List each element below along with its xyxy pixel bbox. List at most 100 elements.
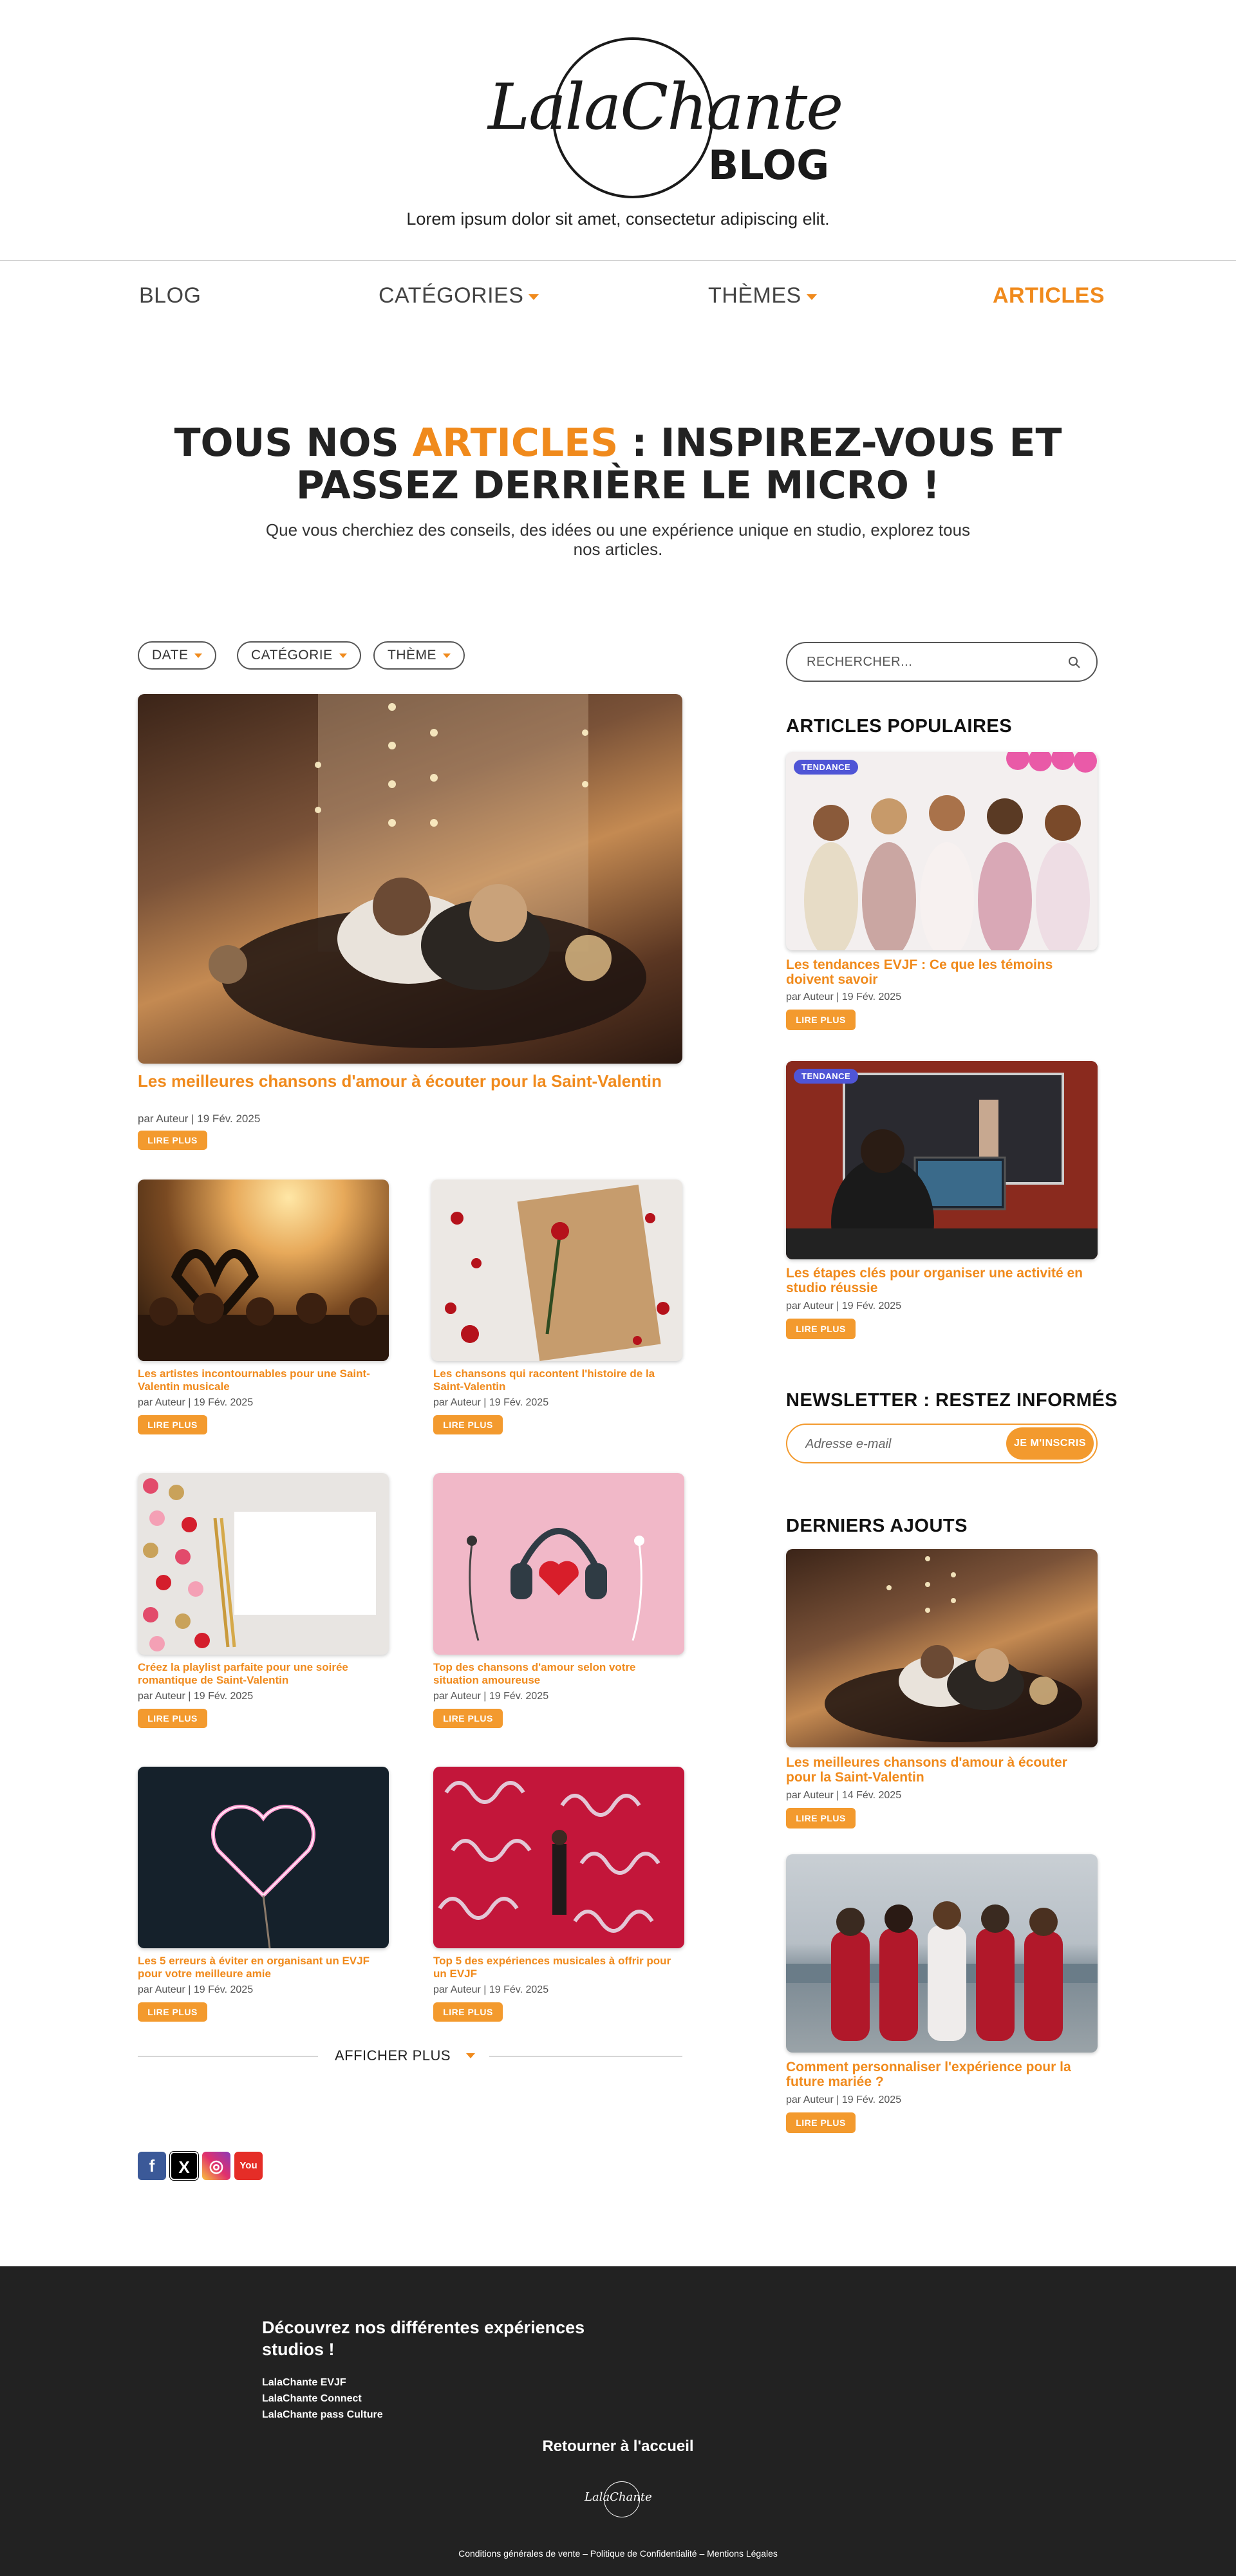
featured-image[interactable] [138, 694, 682, 1064]
nav-articles-label: ARTICLES [993, 283, 1105, 308]
studio-session-photo [786, 1061, 1098, 1259]
nav-categories-label: CATÉGORIES [379, 283, 524, 308]
grid-image-3[interactable] [138, 1473, 389, 1655]
featured-photo [209, 694, 646, 1048]
logo-script: LalaChante [488, 71, 843, 144]
grid-image-5[interactable] [138, 1767, 389, 1948]
featured-meta: par Auteur | 19 Fév. 2025 [138, 1113, 261, 1125]
grid-title-3[interactable]: Créez la playlist parfaite pour une soir… [138, 1661, 389, 1687]
concert-photo [138, 1249, 389, 1361]
youtube-icon[interactable]: You [234, 2152, 263, 2180]
featured-title[interactable]: Les meilleures chansons d'amour à écoute… [138, 1071, 682, 1091]
title-line2: PASSEZ DERRIÈRE LE MICRO ! [295, 463, 941, 508]
email-field[interactable] [805, 1435, 998, 1453]
latest-image-1[interactable] [786, 1549, 1098, 1747]
grid-read-more-button-1[interactable]: LIRE PLUS [138, 1415, 207, 1434]
latest-heading: DERNIERS AJOUTS [786, 1516, 968, 1536]
footer-logo-script: LalaChante [585, 2490, 652, 2504]
site-logo[interactable]: LalaChante BLOG [488, 33, 843, 201]
trending-badge: TENDANCE [794, 760, 859, 775]
evjf-group-photo [804, 752, 1097, 950]
bride-friends-photo [786, 1901, 1098, 2041]
nav-categories[interactable]: CATÉGORIES [379, 283, 539, 308]
divider-left [138, 2056, 318, 2057]
title-accent: ARTICLES [412, 420, 619, 465]
grid-read-more-button-4[interactable]: LIRE PLUS [433, 1709, 503, 1728]
footer-logo[interactable]: LalaChante [585, 2480, 652, 2521]
grid-title-5[interactable]: Les 5 erreurs à éviter en organisant un … [138, 1955, 389, 1980]
search-icon[interactable] [1068, 656, 1081, 669]
filter-theme-label: THÈME [388, 648, 436, 663]
hearts-paper-photo [143, 1478, 376, 1651]
latest-read-more-button-1[interactable]: LIRE PLUS [786, 1808, 856, 1829]
search-input[interactable] [807, 652, 1051, 672]
grid-meta-5: par Auteur | 19 Fév. 2025 [138, 1984, 254, 1995]
page-subtitle: Que vous cherchiez des conseils, des idé… [265, 520, 971, 559]
rose-letter-photo [445, 1184, 670, 1361]
popular-title-2[interactable]: Les étapes clés pour organiser une activ… [786, 1266, 1095, 1295]
filter-date[interactable]: DATE [138, 641, 217, 670]
popular-image-2[interactable] [786, 1061, 1098, 1259]
latest-read-more-button-2[interactable]: LIRE PLUS [786, 2112, 856, 2133]
footer-link-evjf[interactable]: LalaChante EVJF [262, 2377, 346, 2389]
popular-image-1[interactable] [786, 752, 1098, 950]
popular-meta-1: par Auteur | 19 Fév. 2025 [786, 992, 902, 1002]
nav-themes-label: THÈMES [708, 283, 801, 308]
nav-themes[interactable]: THÈMES [708, 283, 817, 308]
newsletter-heading: NEWSLETTER : RESTEZ INFORMÉS [786, 1390, 1118, 1411]
grid-image-6[interactable] [433, 1767, 684, 1948]
sparkler-heart-photo [211, 1805, 316, 1948]
grid-title-4[interactable]: Top des chansons d'amour selon votre sit… [433, 1661, 684, 1687]
grid-title-1[interactable]: Les artistes incontournables pour une Sa… [138, 1368, 389, 1393]
logo-word: BLOG [708, 142, 830, 189]
filter-category[interactable]: CATÉGORIE [237, 641, 361, 670]
grid-read-more-button-2[interactable]: LIRE PLUS [433, 1415, 503, 1434]
grid-image-2[interactable] [431, 1180, 682, 1361]
show-more-button[interactable]: AFFICHER PLUS [335, 2047, 451, 2064]
site-footer [0, 2266, 1236, 2576]
popular-title-1[interactable]: Les tendances EVJF : Ce que les témoins … [786, 957, 1095, 987]
facebook-icon[interactable]: f [138, 2152, 166, 2180]
headphones-photo [467, 1528, 644, 1641]
tagline: Lorem ipsum dolor sit amet, consectetur … [406, 209, 830, 229]
divider-right [489, 2056, 682, 2057]
subscribe-button[interactable]: JE M'INSCRIS [1006, 1427, 1094, 1460]
trending-badge: TENDANCE [794, 1069, 859, 1084]
page-title: TOUS NOS ARTICLES : INSPIREZ-VOUS ET PAS… [167, 422, 1069, 507]
grid-read-more-button-3[interactable]: LIRE PLUS [138, 1709, 207, 1728]
popular-heading: ARTICLES POPULAIRES [786, 716, 1013, 737]
popular-read-more-button-1[interactable]: LIRE PLUS [786, 1010, 856, 1030]
grid-title-2[interactable]: Les chansons qui racontent l'histoire de… [433, 1368, 684, 1393]
popular-read-more-button-2[interactable]: LIRE PLUS [786, 1319, 856, 1339]
back-home-link[interactable]: Retourner à l'accueil [0, 2438, 1236, 2456]
grid-meta-3: par Auteur | 19 Fév. 2025 [138, 1691, 254, 1702]
grid-title-6[interactable]: Top 5 des expériences musicales à offrir… [433, 1955, 684, 1980]
latest-title-2[interactable]: Comment personnaliser l'expérience pour … [786, 2060, 1095, 2089]
x-icon[interactable]: X [169, 2151, 199, 2181]
title-line1-rest: : INSPIREZ-VOUS ET [618, 420, 1062, 465]
latest-title-1[interactable]: Les meilleures chansons d'amour à écoute… [786, 1755, 1095, 1785]
grid-read-more-button-5[interactable]: LIRE PLUS [138, 2002, 207, 2022]
footer-link-pass-culture[interactable]: LalaChante pass Culture [262, 2409, 383, 2421]
love-wall-photo [438, 1781, 660, 1933]
nav-articles[interactable]: ARTICLES [993, 283, 1105, 308]
chevron-down-icon [466, 2053, 475, 2058]
chevron-down-icon [806, 294, 817, 300]
latest-image-2[interactable] [786, 1854, 1098, 2053]
newsletter-form: JE M'INSCRIS [786, 1424, 1098, 1463]
title-prefix: TOUS NOS [174, 420, 413, 465]
filter-date-label: DATE [152, 648, 189, 663]
grid-meta-2: par Auteur | 19 Fév. 2025 [433, 1397, 549, 1408]
chevron-down-icon [529, 294, 539, 300]
featured-read-more-button[interactable]: LIRE PLUS [138, 1131, 207, 1150]
legal-links[interactable]: Conditions générales de vente – Politiqu… [0, 2548, 1236, 2559]
site-header: LalaChante BLOG Lorem ipsum dolor sit am… [0, 0, 1236, 261]
grid-image-4[interactable] [433, 1473, 684, 1655]
filter-theme[interactable]: THÈME [373, 641, 465, 670]
grid-read-more-button-6[interactable]: LIRE PLUS [433, 2002, 503, 2022]
footer-link-connect[interactable]: LalaChante Connect [262, 2393, 362, 2405]
nav-blog[interactable]: BLOG [139, 283, 201, 308]
grid-image-1[interactable] [138, 1180, 389, 1361]
grid-meta-4: par Auteur | 19 Fév. 2025 [433, 1691, 549, 1702]
instagram-icon[interactable]: ◎ [202, 2152, 230, 2180]
